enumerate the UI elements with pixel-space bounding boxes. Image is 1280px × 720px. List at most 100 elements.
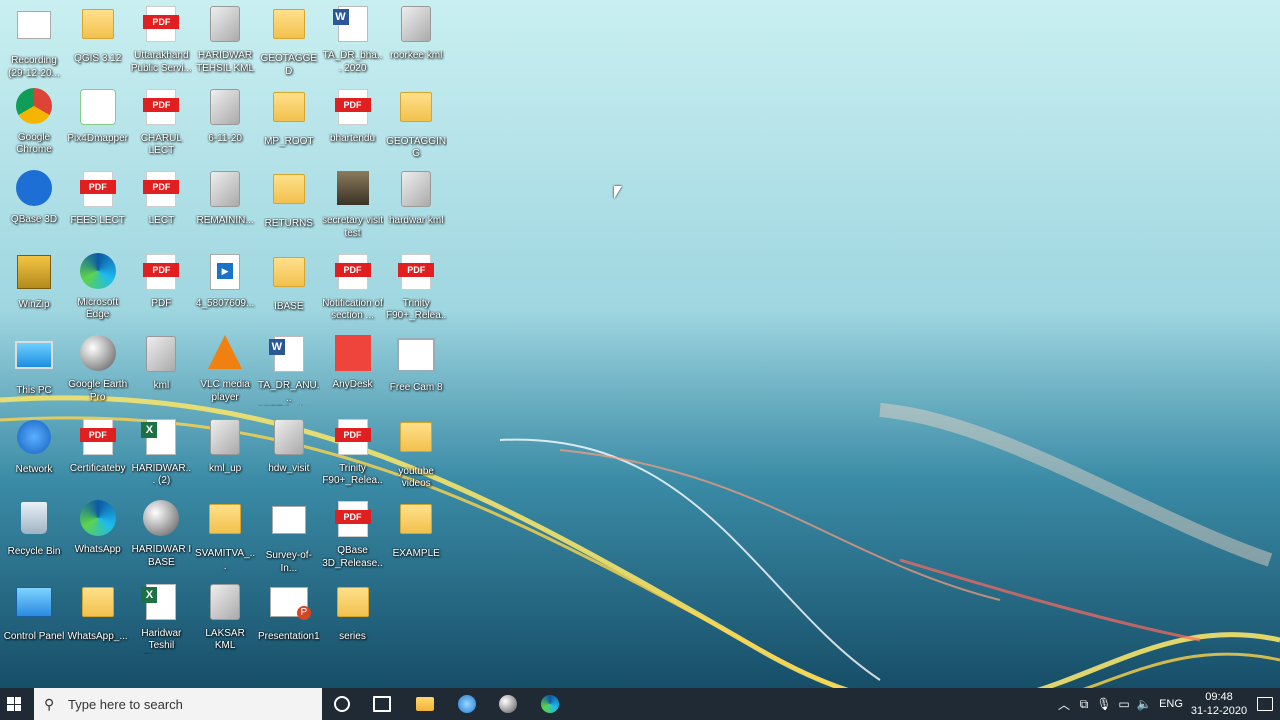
desktop-icon[interactable]: Network [3,416,65,496]
file-icon [143,88,180,125]
desktop-icon-image [141,88,181,129]
desktop-icon[interactable]: Free Cam 8 [385,333,447,413]
task-view-button[interactable] [362,688,402,720]
desktop-icon[interactable]: Trinity F90+_Relea... [322,416,384,496]
desktop-icon-label: CHARUL LECT [140,132,182,157]
desktop-icon[interactable]: GEOTAGGING [385,86,447,166]
desktop-icon[interactable]: GEOTAGGED [258,3,320,83]
desktop-icon[interactable]: 4_5807609... [194,251,256,331]
desktop-icon[interactable]: LAKSAR KML [194,581,256,661]
desktop-icon-image [396,504,436,544]
desktop-icon[interactable]: TA_DR_bha... 2020 [322,3,384,83]
desktop-icon[interactable]: Notification of section ... [322,251,384,331]
desktop-icon[interactable]: HARIDWAR... (2) [130,416,192,496]
search-input[interactable] [66,695,300,713]
desktop-icon[interactable]: WhatsApp_... [67,581,129,661]
desktop-icon[interactable]: Survey-of-In... [258,498,320,578]
desktop-icon[interactable]: kml_up [194,416,256,496]
file-icon [141,583,177,620]
desktop-icon[interactable]: AnyDesk [322,333,384,413]
file-icon [79,418,116,455]
desktop-icon[interactable]: TA_DR_ANU... MISRA_dro... [258,333,320,413]
desktop-icon[interactable]: Haridwar Teshil Status... [130,581,192,661]
file-icon [210,583,241,620]
file-icon [334,418,371,455]
taskbar-search-box[interactable]: ⚲ [34,688,322,720]
desktop-icon[interactable]: IBASE [258,251,320,331]
desktop-icon[interactable]: hdw_visit [258,416,320,496]
show-hidden-icons-chevron-icon[interactable]: ︿ [1054,696,1074,713]
desktop-icon[interactable]: FEES LECT [67,168,129,248]
desktop-icon[interactable]: This PC [3,333,65,413]
desktop-icon[interactable]: Google Chrome [3,86,65,166]
desktop-icon[interactable]: 6-11-20 [194,86,256,166]
file-icon [398,253,435,290]
desktop-icon-image [141,583,181,624]
desktop-icon-label: kml [153,380,170,391]
camera-icon[interactable]: ⧉ [1074,697,1094,712]
desktop-icon-image [141,253,181,294]
desktop-icon[interactable]: RETURNS [258,168,320,248]
desktop-icon[interactable]: roorkee kml [385,3,447,83]
desktop-icon-label: Control Panel [3,630,65,642]
file-explorer-button[interactable] [405,688,445,720]
desktop-icon[interactable]: Control Panel [3,581,65,661]
start-button[interactable] [0,688,28,720]
desktop-icon[interactable]: VLC media player [194,333,256,413]
desktop-icon[interactable]: WinZip [3,251,65,331]
desktop-icon-label: GEOTAGGING [386,135,447,160]
file-icon [334,253,371,290]
desktop-icon[interactable]: MP_ROOT [258,86,320,166]
volume-icon[interactable]: 🔈 [1134,697,1154,711]
desktop-icon[interactable]: bhartendu [322,86,384,166]
clock[interactable]: 09:48 31-12-2020 [1188,690,1250,718]
microphone-icon[interactable]: 🎙 [1094,697,1114,711]
desktop-icon[interactable]: youtube videos [385,416,447,496]
file-icon [143,171,180,207]
desktop-icon[interactable]: QBase 3D [3,168,65,248]
desktop-icon[interactable]: Recording (29-12-20... [3,3,65,83]
desktop-icon[interactable]: CHARUL LECT [130,86,192,166]
desktop-icon-label: roorkee kml [390,50,443,61]
desktop-icon[interactable]: LECT [130,168,192,248]
desktop-icon[interactable]: PDF [130,251,192,331]
cortana-button[interactable] [322,688,362,720]
desktop-icon[interactable]: HARIDWAR I BASE [130,498,192,578]
desktop-icon-image [205,88,245,129]
desktop-icon[interactable]: series [322,581,384,661]
desktop-icon[interactable]: Uttarakhand Public Servi... [130,3,192,83]
file-icon [208,335,243,369]
desktop-icon[interactable]: REMAININ... [194,168,256,248]
desktop-icon-image [14,87,54,128]
desktop-icon[interactable]: WhatsApp [67,498,129,578]
desktop-icon-image [205,253,245,294]
desktop-icon-label: WhatsApp [74,544,121,555]
desktop-icon[interactable]: Certificateby [67,416,129,496]
desktop-icon[interactable]: EXAMPLE [385,498,447,578]
action-center-button[interactable] [1250,697,1280,711]
desktop-icon[interactable]: Google Earth Pro [67,333,129,413]
desktop-icon[interactable]: Microsoft Edge [67,251,129,331]
desktop-icon[interactable]: QGIS 3.12 [67,3,129,83]
desktop-icon[interactable]: Trinity F90+_Relea... [385,251,447,331]
battery-icon[interactable]: ▭ [1114,697,1134,711]
file-explorer-icon [416,697,434,711]
desktop-icon-label: Certificateby [69,462,126,474]
desktop-icon[interactable]: HARIDWAR TEHSIL KML [194,3,256,83]
desktop-icon[interactable]: kml [130,333,192,413]
file-icon [143,500,180,536]
search-app-button[interactable] [447,688,487,720]
desktop-icon[interactable]: Presentation1 [258,581,320,661]
desktop-icon[interactable]: secretary visit test [322,168,384,248]
desktop-icon[interactable]: hardwar kml [385,168,447,248]
file-icon [210,418,241,455]
desktop-icon[interactable]: QBase 3D_Release... [322,498,384,578]
desktop-icon[interactable]: Pix4Dmapper [67,86,129,166]
google-earth-button[interactable] [488,688,528,720]
desktop-icon-image [141,6,181,46]
edge-button[interactable] [530,688,570,720]
desktop-icon-image [396,253,436,294]
desktop-icon[interactable]: Recycle Bin [3,498,65,578]
language-indicator[interactable]: ENG [1154,698,1188,710]
desktop-icon[interactable]: SVAMITVA_... [194,498,256,578]
